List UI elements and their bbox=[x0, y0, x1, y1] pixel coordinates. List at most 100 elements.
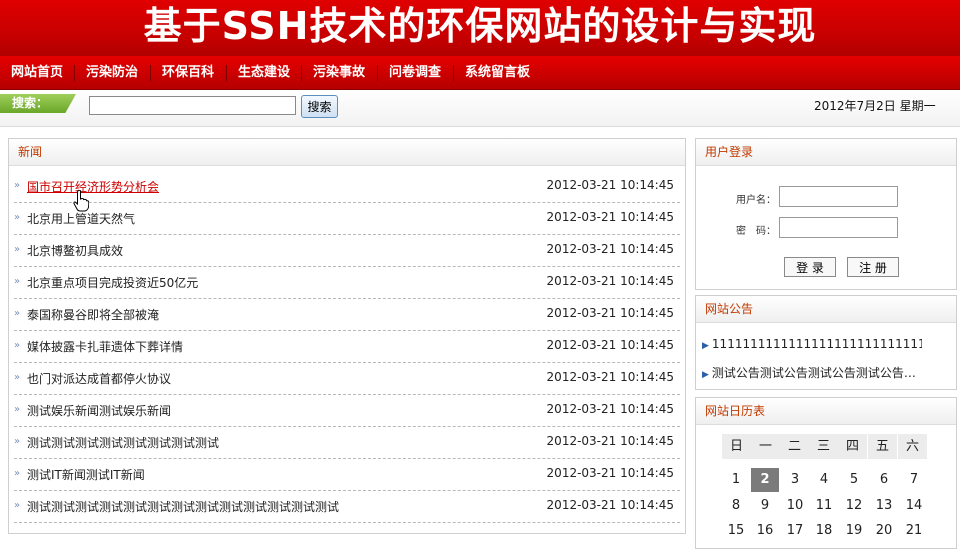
notice-item[interactable]: ▶ 测试公告测试公告测试公告测试公告… bbox=[702, 364, 922, 381]
username-field[interactable] bbox=[779, 186, 898, 207]
calendar-panel: 网站日历表 日 一 二 三 四 五 六 1 2 3 4 5 6 7 8 9 10… bbox=[695, 397, 957, 549]
news-row: » 测试IT新闻测试IT新闻 2012-03-21 10:14:45 bbox=[14, 460, 680, 491]
news-row: » 国市召开经济形势分析会 2012-03-21 10:14:45 bbox=[14, 172, 680, 203]
news-title-link[interactable]: 北京博鳌初具成效 bbox=[27, 242, 123, 259]
arrow-right-icon: ▶ bbox=[702, 341, 709, 351]
double-arrow-icon: » bbox=[14, 244, 21, 255]
calendar-day[interactable]: 1 bbox=[722, 468, 750, 492]
double-arrow-icon: » bbox=[14, 308, 21, 319]
double-arrow-icon: » bbox=[14, 436, 21, 447]
password-field[interactable] bbox=[779, 217, 898, 238]
notice-panel: 网站公告 ▶1111111111111111111111111111111 ▶测… bbox=[695, 295, 957, 390]
search-button[interactable]: 搜索 bbox=[301, 95, 338, 118]
notice-text: 测试公告测试公告测试公告测试公告… bbox=[711, 366, 916, 380]
site-banner: 基于SSH技术的环保网站的设计与实现 bbox=[0, 0, 960, 56]
search-bar: 搜索： 搜索 2012年7月2日 星期一 bbox=[0, 90, 960, 127]
news-title-link[interactable]: 也门对派达成首都停火协议 bbox=[27, 370, 171, 387]
current-date: 2012年7月2日 星期一 bbox=[814, 99, 936, 113]
username-label: 用户名： bbox=[736, 195, 776, 206]
calendar-day[interactable]: 19 bbox=[840, 519, 868, 543]
double-arrow-icon: » bbox=[14, 372, 21, 383]
news-list: » 国市召开经济形势分析会 2012-03-21 10:14:45 » 北京用上… bbox=[14, 172, 680, 524]
weekday-header: 一 bbox=[751, 434, 780, 459]
notice-text: 1111111111111111111111111111111 bbox=[711, 337, 922, 351]
hand-cursor-icon bbox=[73, 190, 89, 212]
calendar-day[interactable]: 9 bbox=[751, 494, 779, 518]
news-row: » 北京重点项目完成投资近50亿元 2012-03-21 10:14:45 bbox=[14, 268, 680, 299]
news-time: 2012-03-21 10:14:45 bbox=[546, 306, 674, 320]
notice-heading: 网站公告 bbox=[696, 296, 956, 323]
calendar-day[interactable]: 4 bbox=[810, 468, 838, 492]
main-nav: 网站首页 污染防治 环保百科 生态建设 污染事故 问卷调查 系统留言板 bbox=[0, 56, 960, 90]
news-title-link[interactable]: 媒体披露卡扎菲遗体下葬详情 bbox=[27, 338, 183, 355]
register-button[interactable]: 注 册 bbox=[847, 257, 899, 277]
weekday-header: 日 bbox=[722, 434, 751, 459]
calendar-day[interactable]: 21 bbox=[900, 519, 928, 543]
calendar-day[interactable]: 8 bbox=[722, 494, 750, 518]
site-title: 基于SSH技术的环保网站的设计与实现 bbox=[143, 4, 817, 48]
news-row: » 测试娱乐新闻测试娱乐新闻 2012-03-21 10:14:45 bbox=[14, 396, 680, 427]
weekday-header: 四 bbox=[838, 434, 867, 459]
news-panel: 新闻 » 国市召开经济形势分析会 2012-03-21 10:14:45 » 北… bbox=[8, 138, 686, 534]
nav-item-pollution-control[interactable]: 污染防治 bbox=[75, 56, 149, 89]
weekday-header: 五 bbox=[868, 434, 897, 459]
news-time: 2012-03-21 10:14:45 bbox=[546, 210, 674, 224]
news-title-link[interactable]: 测试IT新闻测试IT新闻 bbox=[27, 466, 145, 483]
calendar-day[interactable]: 10 bbox=[781, 494, 809, 518]
calendar-day[interactable]: 16 bbox=[751, 519, 779, 543]
calendar-day[interactable]: 7 bbox=[900, 468, 928, 492]
double-arrow-icon: » bbox=[14, 276, 21, 287]
double-arrow-icon: » bbox=[14, 500, 21, 511]
news-row: » 测试测试测试测试测试测试测试测试 2012-03-21 10:14:45 bbox=[14, 428, 680, 459]
calendar-day[interactable]: 17 bbox=[781, 519, 809, 543]
news-title-link[interactable]: 测试测试测试测试测试测试测试测试 bbox=[27, 434, 219, 451]
notice-item[interactable]: ▶1111111111111111111111111111111 bbox=[702, 337, 922, 351]
news-time: 2012-03-21 10:14:45 bbox=[546, 402, 674, 416]
calendar-day[interactable]: 14 bbox=[900, 494, 928, 518]
news-time: 2012-03-21 10:14:45 bbox=[546, 338, 674, 352]
news-time: 2012-03-21 10:14:45 bbox=[546, 274, 674, 288]
news-title-link[interactable]: 测试娱乐新闻测试娱乐新闻 bbox=[27, 402, 171, 419]
news-title-link[interactable]: 测试测试测试测试测试测试测试测试测试测试测试测试测试 bbox=[27, 498, 339, 515]
login-button[interactable]: 登 录 bbox=[784, 257, 836, 277]
calendar-day[interactable]: 6 bbox=[870, 468, 898, 492]
news-heading: 新闻 bbox=[9, 139, 685, 166]
news-time: 2012-03-21 10:14:45 bbox=[546, 242, 674, 256]
calendar-day[interactable]: 11 bbox=[810, 494, 838, 518]
news-title-link[interactable]: 北京用上管道天然气 bbox=[27, 210, 135, 227]
arrow-right-icon: ▶ bbox=[702, 370, 709, 380]
password-label: 密 码： bbox=[736, 226, 776, 237]
nav-item-eco-encyclopedia[interactable]: 环保百科 bbox=[151, 56, 225, 89]
calendar-day[interactable]: 12 bbox=[840, 494, 868, 518]
calendar-day[interactable]: 13 bbox=[870, 494, 898, 518]
calendar-day[interactable]: 3 bbox=[781, 468, 809, 492]
calendar-day[interactable]: 15 bbox=[722, 519, 750, 543]
login-panel: 用户登录 用户名： 密 码： 登 录 注 册 bbox=[695, 138, 957, 290]
nav-item-eco-construction[interactable]: 生态建设 bbox=[227, 56, 301, 89]
calendar-day[interactable]: 20 bbox=[870, 519, 898, 543]
calendar-day[interactable]: 18 bbox=[810, 519, 838, 543]
login-heading: 用户登录 bbox=[696, 139, 956, 166]
news-row: » 媒体披露卡扎菲遗体下葬详情 2012-03-21 10:14:45 bbox=[14, 332, 680, 363]
calendar-day-today[interactable]: 2 bbox=[751, 468, 779, 492]
news-time: 2012-03-21 10:14:45 bbox=[546, 434, 674, 448]
news-title-link[interactable]: 泰国称曼谷即将全部被淹 bbox=[27, 306, 159, 323]
news-title-link[interactable]: 北京重点项目完成投资近50亿元 bbox=[27, 274, 198, 291]
nav-item-message-board[interactable]: 系统留言板 bbox=[454, 56, 541, 89]
news-title-link[interactable]: 国市召开经济形势分析会 bbox=[27, 178, 159, 195]
calendar-heading: 网站日历表 bbox=[696, 398, 956, 425]
news-time: 2012-03-21 10:14:45 bbox=[546, 498, 674, 512]
search-input[interactable] bbox=[89, 96, 296, 115]
nav-item-survey[interactable]: 问卷调查 bbox=[378, 56, 452, 89]
news-row: » 泰国称曼谷即将全部被淹 2012-03-21 10:14:45 bbox=[14, 300, 680, 331]
double-arrow-icon: » bbox=[14, 340, 21, 351]
nav-item-home[interactable]: 网站首页 bbox=[0, 56, 74, 89]
nav-item-pollution-accident[interactable]: 污染事故 bbox=[302, 56, 376, 89]
news-time: 2012-03-21 10:14:45 bbox=[546, 178, 674, 192]
news-time: 2012-03-21 10:14:45 bbox=[546, 466, 674, 480]
news-row: » 北京博鳌初具成效 2012-03-21 10:14:45 bbox=[14, 236, 680, 267]
calendar-day[interactable]: 5 bbox=[840, 468, 868, 492]
double-arrow-icon: » bbox=[14, 212, 21, 223]
news-row: » 测试测试测试测试测试测试测试测试测试测试测试测试测试 2012-03-21 … bbox=[14, 492, 680, 523]
news-time: 2012-03-21 10:14:45 bbox=[546, 370, 674, 384]
